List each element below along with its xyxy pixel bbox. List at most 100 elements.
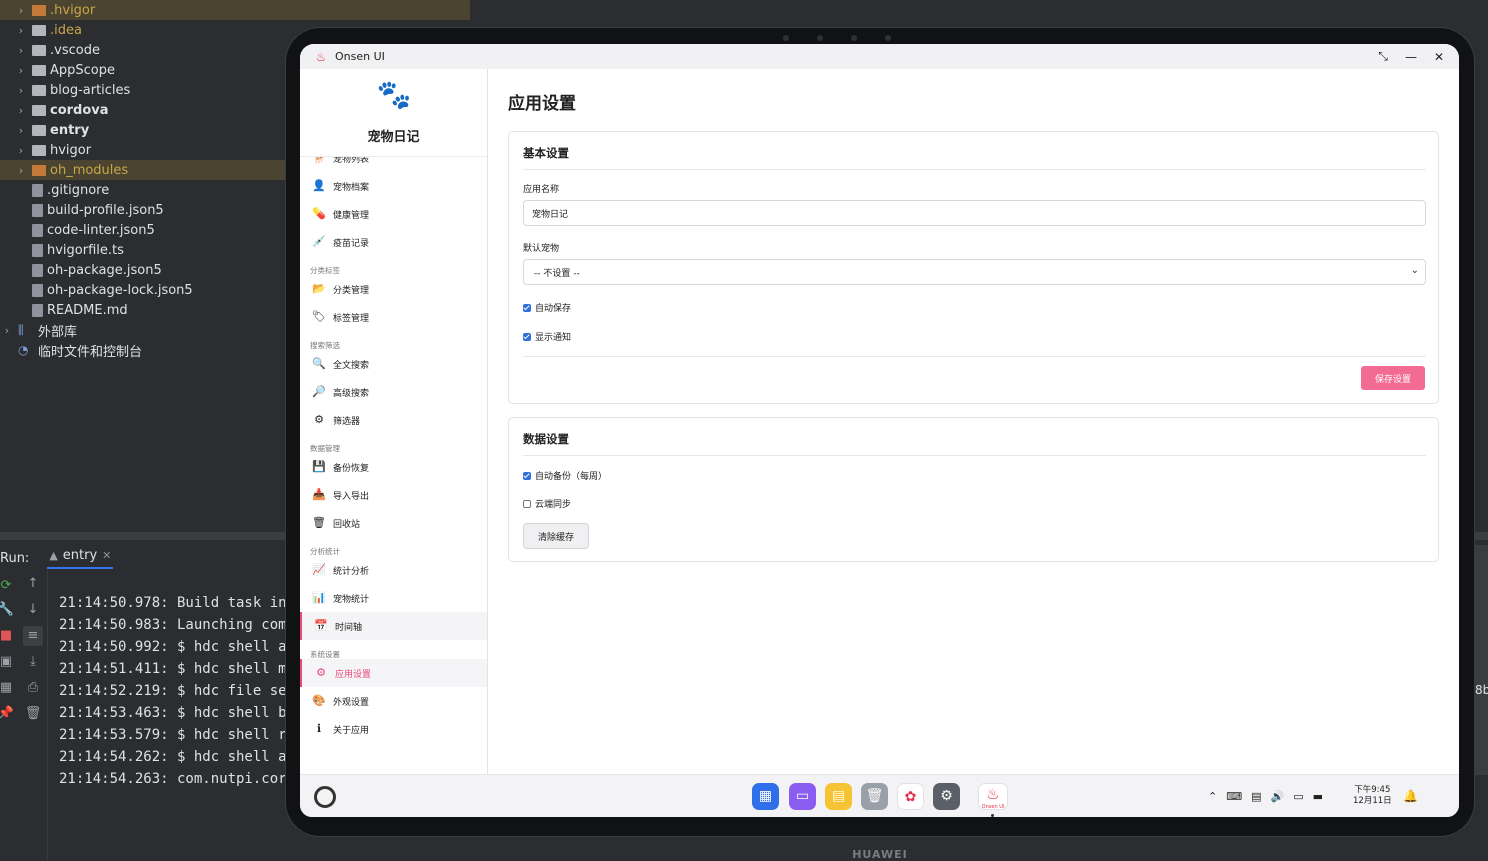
restore-icon[interactable]: ⤡ (1377, 49, 1389, 64)
sidebar-item[interactable]: ⚙ 应用设置 (300, 659, 487, 687)
folder-icon (32, 4, 46, 16)
sidebar-item[interactable]: 📈 统计分析 (300, 556, 487, 584)
clear-cache-button[interactable]: 清除缓存 (523, 523, 589, 549)
battery-icon[interactable]: ▬ (1313, 790, 1323, 803)
syringe-icon: 💉 (312, 235, 326, 248)
cloud-sync-label: 云端同步 (535, 500, 572, 510)
sidebar-item[interactable]: 📥 导入导出 (300, 481, 487, 509)
chevron-up-icon[interactable]: ⌃ (1208, 790, 1217, 803)
close-icon[interactable]: ✕ (102, 549, 111, 562)
console-output: 21:14:50.978: Build task in 5 21:14:50.98… (59, 592, 303, 790)
sidebar-item[interactable]: 🏷 标签管理 (300, 303, 487, 331)
close-window-icon[interactable]: ✕ (1433, 50, 1445, 64)
onsen-app-icon[interactable]: ♨ Onsen UI (978, 783, 1008, 810)
sidebar-item-label: 全文搜索 (333, 360, 370, 371)
print-icon[interactable]: ⎙ (23, 678, 43, 698)
photos-icon[interactable]: ✿ (897, 783, 924, 810)
divider (523, 455, 1426, 456)
save-settings-button[interactable]: 保存设置 (1361, 366, 1425, 390)
notify-checkbox[interactable] (523, 332, 531, 341)
gear-icon: ⚙ (314, 413, 324, 426)
wrench-icon[interactable]: 🔧 (0, 600, 16, 620)
chevron-right-icon[interactable]: › (14, 4, 28, 17)
scroll-down-icon[interactable]: ↓ (23, 600, 43, 620)
auto-save-row[interactable]: 自动保存 (523, 301, 571, 314)
sidebar-item[interactable]: 📅 时间轴 (300, 612, 487, 640)
app-name-input[interactable] (523, 200, 1426, 226)
right-panel-text: 8b (1475, 683, 1488, 697)
data-settings-card: 数据设置 自动备份（每周） 云端同步 清除缓存 (508, 417, 1439, 562)
sidebar-item[interactable]: 📊 宠物统计 (300, 584, 487, 612)
rerun-icon[interactable]: ⟳ (0, 576, 16, 596)
sidebar-item[interactable]: 💉 疫苗记录 (300, 228, 487, 256)
scroll-up-icon[interactable]: ↑ (23, 574, 43, 594)
cloud-sync-row[interactable]: 云端同步 (523, 497, 571, 510)
sidebar-item-label: 筛选器 (333, 416, 361, 427)
input-method-icon[interactable]: ⌨ (1226, 790, 1242, 803)
tag-icon: 🏷 (312, 310, 326, 323)
window-titlebar[interactable]: ♨ Onsen UI ⤡ — ✕ (300, 44, 1459, 69)
sidebar-item[interactable]: 💾 备份恢复 (300, 453, 487, 481)
sidebar-item[interactable]: ℹ 关于应用 (300, 715, 487, 743)
tree-item-label: code-linter.json5 (47, 222, 155, 238)
camera-icon[interactable]: ▣ (0, 652, 16, 672)
chevron-right-icon[interactable]: › (14, 24, 28, 37)
auto-save-checkbox[interactable] (523, 303, 531, 312)
tree-item-label: cordova (50, 102, 109, 118)
chevron-right-icon[interactable]: › (14, 44, 28, 57)
notification-bell-icon[interactable]: 🔔 (1403, 789, 1418, 803)
chevron-right-icon[interactable]: › (14, 84, 28, 97)
soft-wrap-icon[interactable]: ≡ (23, 626, 43, 646)
tree-item-label: build-profile.json5 (47, 202, 164, 218)
folder-icon (32, 24, 46, 36)
chevron-right-icon[interactable]: › (0, 324, 14, 337)
sidebar-item[interactable]: 👤 宠物档案 (300, 172, 487, 200)
chevron-right-icon[interactable]: › (14, 104, 28, 117)
notes-icon[interactable]: ▤ (825, 783, 852, 810)
layout-icon[interactable]: ▦ (0, 678, 16, 698)
console-line: 21:14:50.978: Build task in 5 (59, 595, 304, 611)
chevron-right-icon[interactable]: › (14, 164, 28, 177)
sidebar-item[interactable]: 🎨 外观设置 (300, 687, 487, 715)
sidebar-item[interactable]: ⚙ 筛选器 (300, 406, 487, 434)
folder-icon (32, 64, 46, 76)
display-icon[interactable]: ▭ (1293, 790, 1303, 803)
auto-backup-row[interactable]: 自动备份（每周） (523, 469, 607, 482)
cloud-sync-checkbox[interactable] (523, 499, 531, 508)
clipboard-icon[interactable]: ▤ (1251, 790, 1261, 803)
pin-icon[interactable]: 📌 (0, 704, 16, 724)
auto-backup-checkbox[interactable] (523, 471, 531, 480)
camera-bar (783, 34, 933, 42)
start-button[interactable] (314, 786, 336, 808)
minimize-icon[interactable]: — (1405, 50, 1417, 64)
onsen-logo-icon: ♨ (315, 49, 327, 64)
clock[interactable]: 下午9:45 12月11日 (1353, 785, 1392, 807)
default-pet-select[interactable]: -- 不设置 -- ⌄ (523, 259, 1426, 285)
notify-row[interactable]: 显示通知 (523, 330, 571, 343)
system-settings-icon[interactable]: ⚙ (933, 783, 960, 810)
sidebar-item[interactable]: 📂 分类管理 (300, 275, 487, 303)
tree-item[interactable]: › .hvigor (0, 0, 470, 20)
scroll-end-icon[interactable]: ⤓ (23, 652, 43, 672)
page-title: 应用设置 (508, 94, 576, 114)
trash-icon: 🗑 (312, 516, 326, 529)
app-grid-icon[interactable]: ▦ (752, 783, 779, 810)
multitask-icon[interactable]: ▭ (789, 783, 816, 810)
chevron-right-icon[interactable]: › (14, 64, 28, 77)
sidebar-item[interactable]: 🔎 高级搜索 (300, 378, 487, 406)
info-icon: ℹ (316, 722, 322, 735)
app-name-label: 应用名称 (523, 185, 560, 195)
run-tab-entry[interactable]: ▲ entry ✕ (47, 548, 114, 569)
floppy-icon: 💾 (312, 460, 326, 473)
sidebar-item[interactable]: 🔍 全文搜索 (300, 350, 487, 378)
chevron-right-icon[interactable]: › (14, 124, 28, 137)
file-icon (32, 243, 43, 257)
sidebar-item[interactable]: 🗑 回收站 (300, 509, 487, 537)
trash-app-icon[interactable]: 🗑 (861, 783, 888, 810)
clear-console-icon[interactable]: 🗑 (23, 704, 43, 724)
volume-icon[interactable]: 🔊 (1271, 790, 1285, 803)
stop-icon[interactable]: ■ (0, 626, 16, 646)
onsen-app-label: Onsen UI (981, 804, 1005, 810)
chevron-right-icon[interactable]: › (14, 144, 28, 157)
sidebar-item[interactable]: 💊 健康管理 (300, 200, 487, 228)
